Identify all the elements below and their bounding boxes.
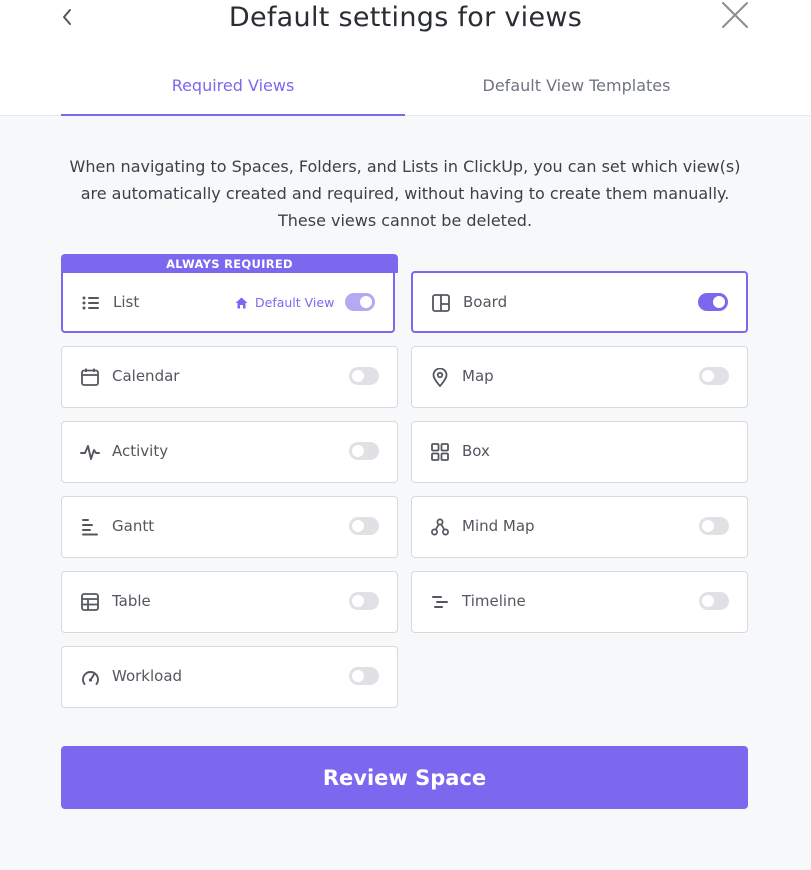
toggle-map[interactable] xyxy=(699,367,729,385)
view-card-board[interactable]: Board xyxy=(411,271,748,333)
timeline-icon xyxy=(430,592,450,612)
view-card-activity[interactable]: Activity xyxy=(61,421,398,483)
default-view-label: Default View xyxy=(255,295,335,310)
view-label-gantt: Gantt xyxy=(112,517,155,535)
modal-header: Default settings for views Required View… xyxy=(0,0,811,116)
tab-default-view-templates[interactable]: Default View Templates xyxy=(405,70,748,114)
toggle-calendar[interactable] xyxy=(349,367,379,385)
view-card-table[interactable]: Table xyxy=(61,571,398,633)
view-card-box[interactable]: Box xyxy=(411,421,748,483)
view-label-calendar: Calendar xyxy=(112,367,180,385)
tab-required-views[interactable]: Required Views xyxy=(61,70,405,116)
toggle-board[interactable] xyxy=(698,293,728,311)
toggle-workload[interactable] xyxy=(349,667,379,685)
view-card-list[interactable]: List Default View xyxy=(61,271,395,333)
review-space-button[interactable]: Review Space xyxy=(61,746,748,809)
view-label-activity: Activity xyxy=(112,442,169,460)
toggle-list xyxy=(345,293,375,311)
close-icon xyxy=(722,2,748,28)
activity-icon xyxy=(80,442,100,462)
board-icon xyxy=(431,293,451,313)
mind-map-icon xyxy=(430,517,450,537)
calendar-icon xyxy=(80,367,100,387)
toggle-table[interactable] xyxy=(349,592,379,610)
view-label-box: Box xyxy=(462,442,490,460)
box-grid-icon xyxy=(430,442,450,462)
view-label-table: Table xyxy=(112,592,151,610)
view-card-map[interactable]: Map xyxy=(411,346,748,408)
toggle-gantt[interactable] xyxy=(349,517,379,535)
gantt-icon xyxy=(80,517,100,537)
view-card-gantt[interactable]: Gantt xyxy=(61,496,398,558)
list-icon xyxy=(81,293,101,313)
view-card-workload[interactable]: Workload xyxy=(61,646,398,708)
description-text: When navigating to Spaces, Folders, and … xyxy=(69,157,741,230)
view-label-board: Board xyxy=(463,293,508,311)
close-button[interactable] xyxy=(720,0,750,30)
view-card-timeline[interactable]: Timeline xyxy=(411,571,748,633)
toggle-activity[interactable] xyxy=(349,442,379,460)
toggle-timeline[interactable] xyxy=(699,592,729,610)
view-label-mind-map: Mind Map xyxy=(462,517,535,535)
view-card-mind-map[interactable]: Mind Map xyxy=(411,496,748,558)
view-label-timeline: Timeline xyxy=(462,592,526,610)
map-pin-icon xyxy=(430,367,450,387)
default-view-indicator: Default View xyxy=(235,273,334,333)
view-label-list: List xyxy=(113,293,140,311)
view-label-map: Map xyxy=(462,367,494,385)
workload-icon xyxy=(80,667,100,687)
home-icon xyxy=(235,297,248,309)
view-label-workload: Workload xyxy=(112,667,183,685)
toggle-mind-map[interactable] xyxy=(699,517,729,535)
table-icon xyxy=(80,592,100,612)
view-card-calendar[interactable]: Calendar xyxy=(61,346,398,408)
page-title: Default settings for views xyxy=(228,2,583,33)
